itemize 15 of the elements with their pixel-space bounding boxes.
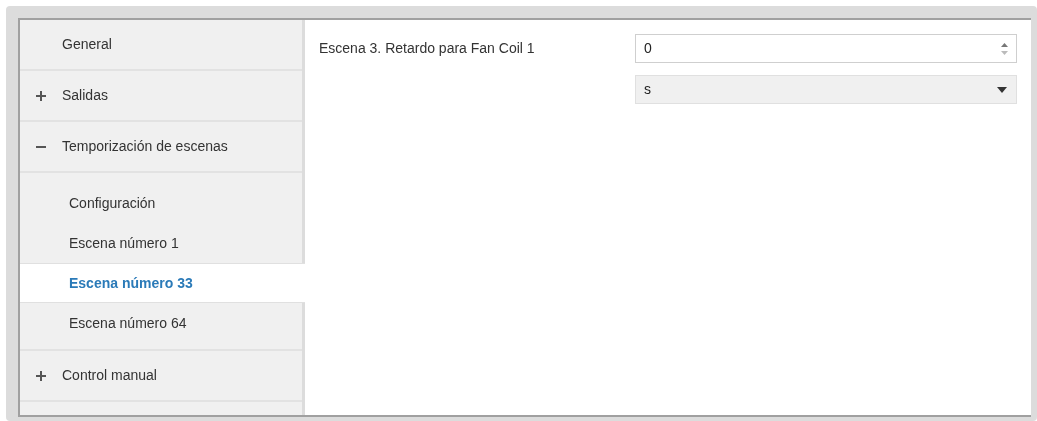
- sidebar-subitem[interactable]: Configuración: [20, 183, 302, 223]
- parameter-label: Escena 3. Retardo para Fan Coil 1: [319, 39, 536, 58]
- sidebar-subitem[interactable]: Escena número 64: [20, 303, 302, 343]
- plus-icon[interactable]: [36, 370, 46, 381]
- sidebar-subitem[interactable]: Escena número 33: [20, 263, 305, 303]
- number-field[interactable]: 0: [635, 34, 1017, 63]
- plus-icon[interactable]: [36, 90, 46, 101]
- spinner-icon[interactable]: [1001, 41, 1008, 56]
- unit-dropdown[interactable]: s: [635, 75, 1017, 104]
- caret-icon: [997, 86, 1007, 93]
- sidebar-subitem[interactable]: Escena número 1: [20, 223, 302, 263]
- sidebar-item[interactable]: Control manual: [20, 351, 302, 402]
- sidebar-item[interactable]: General: [20, 20, 302, 71]
- sidebar-item[interactable]: Temporización de escenas: [20, 122, 302, 173]
- sidebar-item[interactable]: Salidas: [20, 71, 302, 122]
